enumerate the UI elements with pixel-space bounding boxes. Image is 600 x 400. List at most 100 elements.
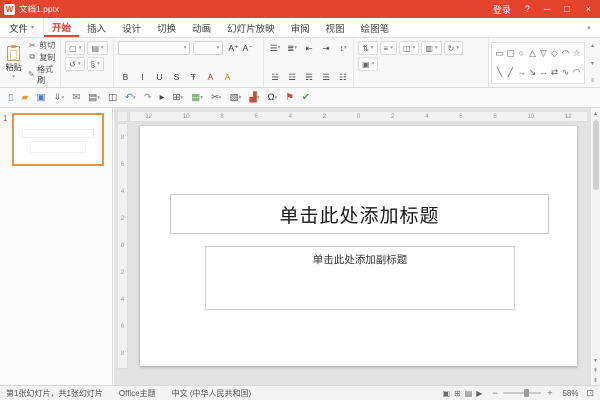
next-slide-button[interactable]: ⇟ <box>593 375 598 385</box>
screenshot-icon[interactable]: ✂▾ <box>208 90 225 106</box>
numbering-button[interactable]: ≣▾ <box>285 41 299 55</box>
zoom-slider[interactable] <box>503 392 541 394</box>
cut-button[interactable]: ✂剪切 <box>27 40 56 51</box>
bold-button[interactable]: B <box>118 70 132 84</box>
fit-to-window-button[interactable]: ⊡ <box>586 388 594 399</box>
slide-section-button[interactable]: §▾ <box>87 57 104 71</box>
help-button[interactable]: ? <box>518 0 537 18</box>
zoom-out-button[interactable]: − <box>490 388 499 398</box>
zoom-slider-handle[interactable] <box>524 389 529 397</box>
tab-insert[interactable]: 插入 <box>79 18 114 37</box>
subtitle-placeholder[interactable]: 单击此处添加副标题 <box>205 246 515 310</box>
shape-triangle[interactable]: △ <box>527 48 538 59</box>
select-tool-icon[interactable]: ▸ <box>157 90 168 106</box>
new-file-icon[interactable]: ▯ <box>5 90 16 106</box>
tab-slideshow[interactable]: 幻灯片放映 <box>219 18 283 37</box>
slide-page[interactable]: 单击此处添加标题 单击此处添加副标题 <box>140 126 577 366</box>
open-folder-icon[interactable]: ▰ <box>18 90 31 106</box>
new-slide-button[interactable]: ▢▾ <box>65 41 85 55</box>
slide-layout-button[interactable]: ▤▾ <box>87 41 107 55</box>
strikethrough-button[interactable]: Ŧ <box>186 70 200 84</box>
text-shadow-button[interactable]: S <box>169 70 183 84</box>
bullets-button[interactable]: ☰▾ <box>268 41 282 55</box>
undo-icon[interactable]: ↶▾ <box>122 90 139 106</box>
shape-line[interactable]: ╲ <box>494 67 505 78</box>
symbol-icon[interactable]: Ω▾ <box>265 90 281 106</box>
font-color-button[interactable]: A <box>203 70 217 84</box>
shape-arrow[interactable]: → <box>516 67 527 78</box>
email-icon[interactable]: ✉ <box>69 90 83 106</box>
redo-icon[interactable]: ↷ <box>141 90 155 106</box>
shape-double-arrow[interactable]: ↔ <box>538 67 549 78</box>
shape-rectangle[interactable]: ▭ <box>494 48 505 59</box>
font-name-select[interactable]: ▾ <box>118 41 190 55</box>
vertical-scrollbar[interactable]: ▴ ▾ ⇞ ⇟ <box>590 108 600 385</box>
decrease-indent-button[interactable]: ⇤ <box>302 41 316 55</box>
scrollbar-thumb[interactable] <box>593 120 599 190</box>
smartart-button[interactable]: ◫▾ <box>399 41 419 55</box>
text-direction-button[interactable]: ⇅▾ <box>358 41 377 55</box>
columns-button[interactable]: ▥▾ <box>421 41 441 55</box>
zoom-in-button[interactable]: + <box>545 388 554 398</box>
line-spacing-button[interactable]: ↕▾ <box>336 41 350 55</box>
reset-slide-button[interactable]: ↺▾ <box>65 57 84 71</box>
tab-draw[interactable]: 绘图笔 <box>353 18 398 37</box>
shapes-scroll-down-button[interactable]: ▾ <box>587 60 598 67</box>
title-placeholder[interactable]: 单击此处添加标题 <box>170 194 549 234</box>
font-size-select[interactable]: ▾ <box>193 41 223 55</box>
shapes-more-button[interactable]: ≡ <box>587 78 598 84</box>
table-icon[interactable]: ⊞▾ <box>169 90 186 106</box>
save-icon[interactable]: ▣ <box>34 90 49 106</box>
copy-button[interactable]: ⧉复制 <box>27 52 56 63</box>
image-icon[interactable]: ▦▾ <box>188 90 206 106</box>
reading-view-button[interactable]: ▤ <box>465 389 473 398</box>
tab-view[interactable]: 视图 <box>318 18 353 37</box>
slide-thumbnail[interactable] <box>12 113 104 166</box>
shape-star[interactable]: ☆ <box>571 48 582 59</box>
shape-curve[interactable]: ∿ <box>560 67 571 78</box>
export-icon[interactable]: ⇓▾ <box>51 90 68 106</box>
increase-font-size-button[interactable]: A⁺ <box>226 41 240 55</box>
align-text-button[interactable]: ≡▾ <box>380 41 397 55</box>
minimize-button[interactable]: ─ <box>537 0 557 18</box>
print-icon[interactable]: ▤▾ <box>85 90 103 106</box>
slideshow-button[interactable]: ▶ <box>476 389 482 398</box>
arrange-button[interactable]: ▣▾ <box>358 57 378 71</box>
slide-sorter-button[interactable]: ⊞ <box>454 389 461 398</box>
tab-transitions[interactable]: 切换 <box>149 18 184 37</box>
shape-line-up[interactable]: ╱ <box>505 67 516 78</box>
scroll-up-button[interactable]: ▴ <box>594 108 597 118</box>
align-right-button[interactable]: ☴ <box>302 70 316 84</box>
zoom-level[interactable]: 58% <box>558 389 578 398</box>
file-menu-button[interactable]: 文件▾ <box>0 18 44 37</box>
collapse-ribbon-button[interactable]: ▲ <box>578 18 600 37</box>
justify-button[interactable]: ☰ <box>319 70 333 84</box>
login-button[interactable]: 登录 <box>486 0 518 18</box>
underline-button[interactable]: U <box>152 70 166 84</box>
shape-arc[interactable]: ◠ <box>560 48 571 59</box>
tab-design[interactable]: 设计 <box>114 18 149 37</box>
shape-arrow-diagonal[interactable]: ↘ <box>527 67 538 78</box>
decrease-font-size-button[interactable]: A⁻ <box>241 41 255 55</box>
shapes-scroll-up-button[interactable]: ▴ <box>587 42 598 49</box>
shape-freeform[interactable]: ◠ <box>571 67 582 78</box>
tab-home[interactable]: 开始 <box>44 18 79 37</box>
tab-animation[interactable]: 动画 <box>184 18 219 37</box>
check-icon[interactable]: ✔ <box>299 90 313 106</box>
rotate-button[interactable]: ↻▾ <box>444 41 463 55</box>
align-left-button[interactable]: ☱ <box>268 70 282 84</box>
shape-diamond[interactable]: ◇ <box>549 48 560 59</box>
maximize-button[interactable]: □ <box>557 0 576 18</box>
print-preview-icon[interactable]: ◫ <box>105 90 120 106</box>
shape-ellipse[interactable]: ○ <box>516 48 527 59</box>
highlight-color-button[interactable]: A <box>220 70 234 84</box>
tab-review[interactable]: 审阅 <box>283 18 318 37</box>
flag-icon[interactable]: ⚑ <box>282 90 297 106</box>
format-painter-button[interactable]: ✎格式刷 <box>27 64 56 86</box>
shape-down-triangle[interactable]: ▽ <box>538 48 549 59</box>
paste-button[interactable]: 粘贴 ▾ <box>4 46 23 80</box>
increase-indent-button[interactable]: ⇥ <box>319 41 333 55</box>
media-icon[interactable]: ▧▾ <box>227 90 245 106</box>
scroll-down-button[interactable]: ▾ <box>594 355 597 365</box>
normal-view-button[interactable]: ▣ <box>442 389 450 398</box>
